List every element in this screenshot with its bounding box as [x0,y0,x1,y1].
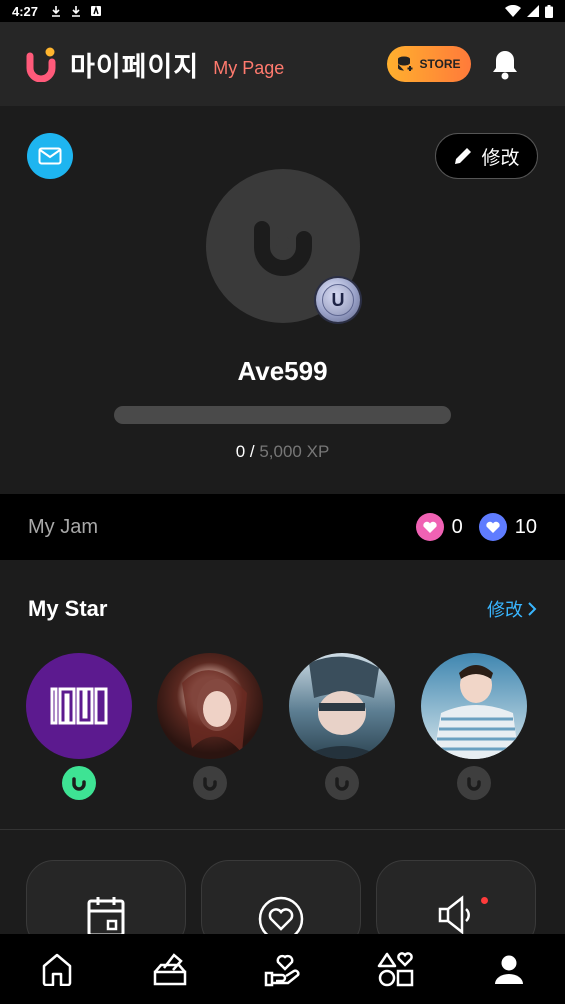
status-time: 4:27 [12,3,39,19]
xp-text: 0 / 5,000 XP [0,442,565,462]
download-icon [52,6,61,17]
my-jam-bar[interactable]: My Jam 0 10 [0,494,565,560]
level-badge: U [316,278,360,322]
status-notification-icons [50,5,102,17]
nav-explore[interactable] [366,939,426,999]
notification-dot [481,897,488,904]
pink-heart-icon [415,513,444,541]
blue-heart-icon [478,513,507,541]
default-avatar-icon [254,221,312,276]
xp-current: 0 / [235,442,255,461]
signal-icon [527,5,539,17]
edit-profile-label: 修改 [481,147,520,169]
star-badge-inactive [193,766,227,800]
username: Ave599 [237,356,328,386]
profile-section: 修改 U Ave599 0 / 5,000 XP [0,106,565,494]
page-subtitle: My Page [213,57,285,78]
calendar-icon [87,897,125,935]
star-photo-icon [299,656,385,759]
status-system-icons [505,4,553,18]
level-badge-inner: U [322,284,354,316]
coin-stack-icon [398,56,413,71]
status-bar: 4:27 [0,0,565,22]
download-icon [72,6,81,17]
nav-home[interactable] [27,939,87,999]
u-logo-icon [72,777,86,791]
star-photo-icon [433,665,519,759]
speaker-icon [438,895,470,935]
star-avatar-2[interactable] [157,653,263,759]
pink-heart-count: 0 [451,515,463,538]
my-jam-label: My Jam [28,515,98,538]
star-badge-inactive [325,766,359,800]
my-star-edit-label: 修改 [487,600,523,620]
bottom-navigation [0,934,565,1004]
my-star-title: My Star [28,596,108,621]
app-header: 마이페이지 My Page STORE [0,22,565,106]
store-button[interactable]: STORE [387,46,471,82]
u-logo-icon [203,777,217,791]
u-logo-icon [467,777,481,791]
nav-my-page[interactable] [479,939,539,999]
edit-profile-button[interactable]: 修改 [435,133,538,179]
wifi-icon [505,5,521,17]
star-badge-active [62,766,96,800]
nav-support[interactable] [253,939,313,999]
star-photo-icon [182,670,247,753]
jam-counts: 0 10 [415,513,537,541]
store-label: STORE [419,57,461,71]
battery-icon [545,4,553,18]
star-badge-inactive [457,766,491,800]
blue-heart-count: 10 [514,515,537,538]
star-avatar-3[interactable] [289,653,395,759]
star-avatar-4[interactable] [421,653,527,759]
mail-icon [38,147,62,165]
mail-button[interactable] [27,133,73,179]
my-star-edit-button[interactable]: 修改 [487,596,537,622]
pencil-icon [455,148,472,164]
page-title: 마이페이지 [70,51,200,82]
profile-icon [494,955,523,984]
my-star-section: My Star 修改 [0,560,565,830]
star-avatar-iu[interactable] [26,653,132,759]
chevron-right-icon [528,602,537,616]
home-icon [42,953,71,986]
hand-heart-icon [264,954,300,987]
u-logo-icon [335,777,349,791]
menu-cards-row [0,830,565,950]
nav-vote[interactable] [140,939,200,999]
xp-progress-bar [114,406,451,424]
app-notification-icon [91,5,102,16]
shapes-icon [377,952,413,987]
vote-box-icon [153,953,186,986]
xp-max: 5,000 XP [259,442,330,461]
iu-logo-icon [50,687,108,725]
app-logo-icon [26,47,56,82]
notification-bell-icon[interactable] [490,48,520,80]
